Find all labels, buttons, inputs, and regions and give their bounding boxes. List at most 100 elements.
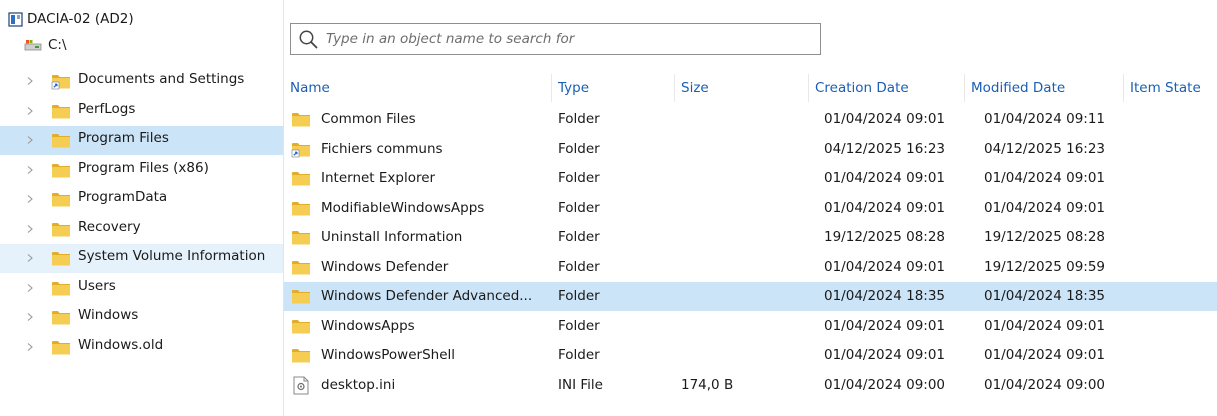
cell-type: Folder [558, 258, 600, 275]
folder-icon [51, 339, 71, 360]
cell-name: Windows Defender Advanced... [321, 288, 533, 304]
tree-item-program-files[interactable]: Program Files [0, 126, 283, 155]
chevron-right-icon[interactable] [26, 283, 34, 292]
chevron-right-icon[interactable] [26, 224, 34, 233]
table-row[interactable]: Fichiers communs Folder 04/12/2025 16:23 04… [284, 135, 1217, 164]
computer-icon [8, 11, 23, 27]
search-box[interactable] [290, 23, 821, 55]
column-header-size[interactable]: Size [675, 74, 808, 102]
tree-item-windows-old[interactable]: Windows.old [0, 333, 283, 362]
table-row[interactable]: ModifiableWindowsApps Folder 01/04/2024 09… [284, 194, 1217, 223]
cell-modified: 19/12/2025 09:59 [984, 258, 1106, 275]
cell-created: 01/04/2024 18:35 [824, 288, 946, 304]
chevron-right-icon[interactable] [26, 165, 34, 174]
chevron-right-icon[interactable] [26, 106, 34, 115]
table-row[interactable]: Internet Explorer Folder 01/04/2024 09:01 0… [284, 164, 1217, 193]
table-row[interactable]: Uninstall Information Folder 19/12/2025 08… [284, 223, 1217, 252]
tree-item-program-files-x86[interactable]: Program Files (x86) [0, 156, 283, 185]
tree-item-label: PerfLogs [78, 100, 136, 117]
cell-created: 19/12/2025 08:28 [824, 229, 946, 245]
cell-modified: 01/04/2024 09:00 [984, 376, 1106, 393]
tree-item-label: Windows.old [78, 336, 164, 353]
cell-state [1130, 253, 1215, 282]
cell-type: Folder [558, 288, 600, 304]
folder-icon [51, 132, 71, 153]
table-row[interactable]: WindowsApps Folder 01/04/2024 09:01 01/04/2… [284, 312, 1217, 341]
cell-state [1130, 135, 1215, 164]
cell-name: desktop.ini [321, 376, 396, 393]
folder-icon [51, 250, 71, 271]
folder-icon [291, 259, 311, 280]
cell-state [1130, 164, 1215, 193]
cell-created: 01/04/2024 09:01 [824, 111, 946, 127]
tree-item-users[interactable]: Users [0, 274, 283, 303]
folder-icon [291, 288, 311, 309]
chevron-right-icon[interactable] [26, 136, 34, 144]
folder-icon [51, 191, 71, 212]
folder-icon [51, 221, 71, 242]
cell-size [681, 194, 806, 223]
tree-item-label: Program Files (x86) [78, 159, 209, 176]
cell-name: Fichiers communs [321, 140, 443, 157]
tree-item-recovery[interactable]: Recovery [0, 215, 283, 244]
cell-created: 01/04/2024 09:01 [824, 347, 946, 363]
cell-state [1130, 341, 1215, 370]
cell-size: 174,0 B [681, 376, 734, 393]
cell-type: Folder [558, 140, 600, 157]
tree-item-documents-and-settings[interactable]: Documents and Settings [0, 67, 283, 96]
tree-item-programdata[interactable]: ProgramData [0, 185, 283, 214]
tree-root-computer[interactable]: DACIA-02 (AD2) [8, 8, 134, 30]
cell-created: 01/04/2024 09:01 [824, 258, 946, 275]
tree-item-windows[interactable]: Windows [0, 303, 283, 332]
cell-name: Common Files [321, 111, 416, 127]
cell-size [681, 312, 806, 341]
search-input[interactable] [326, 26, 820, 52]
cell-modified: 04/12/2025 16:23 [984, 140, 1106, 157]
folder-shortcut-icon [291, 141, 311, 162]
tree-root-label: DACIA-02 (AD2) [27, 11, 134, 27]
column-header-creation-date[interactable]: Creation Date [809, 74, 964, 102]
folder-icon [51, 162, 71, 183]
tree-item-system-volume-information[interactable]: System Volume Information [0, 244, 283, 273]
chevron-right-icon[interactable] [26, 254, 34, 262]
column-header-name[interactable]: Name [284, 74, 551, 102]
tree-item-label: Recovery [78, 218, 141, 235]
cell-size [681, 282, 806, 311]
drive-icon [24, 39, 42, 50]
table-row[interactable]: Windows Defender Advanced... Folder 01/04/… [284, 282, 1217, 311]
cell-size [681, 105, 806, 134]
column-header-type[interactable]: Type [552, 74, 674, 102]
folder-shortcut-icon [51, 73, 71, 94]
column-header-modified-date[interactable]: Modified Date [965, 74, 1123, 102]
cell-name: Windows Defender [321, 258, 449, 275]
chevron-right-icon[interactable] [26, 77, 34, 85]
cell-created: 04/12/2025 16:23 [824, 140, 946, 157]
cell-name: Uninstall Information [321, 229, 463, 245]
table-row[interactable]: Common Files Folder 01/04/2024 09:01 01/04/… [284, 105, 1217, 134]
cell-created: 01/04/2024 09:00 [824, 376, 946, 393]
chevron-right-icon[interactable] [26, 342, 34, 351]
cell-modified: 01/04/2024 18:35 [984, 288, 1106, 304]
cell-name: WindowsPowerShell [321, 347, 456, 363]
cell-created: 01/04/2024 09:01 [824, 170, 946, 186]
chevron-right-icon[interactable] [26, 313, 34, 321]
cell-type: INI File [558, 376, 603, 393]
table-row[interactable]: desktop.ini INI File 174,0 B 01/04/2024 09:… [284, 371, 1217, 400]
tree-item-label: Windows [78, 307, 139, 323]
tree-item-label: ProgramData [78, 189, 168, 205]
tree-item-label: Documents and Settings [78, 71, 245, 87]
folder-icon [291, 229, 311, 250]
tree-item-perflogs[interactable]: PerfLogs [0, 97, 283, 126]
tree-drive-c[interactable]: C:\ [24, 34, 67, 56]
table-row[interactable]: WindowsPowerShell Folder 01/04/2024 09:01 0… [284, 341, 1217, 370]
cell-size [681, 253, 806, 282]
cell-size [681, 164, 806, 193]
folder-icon [51, 280, 71, 301]
cell-type: Folder [558, 170, 600, 186]
cell-type: Folder [558, 111, 600, 127]
chevron-right-icon[interactable] [26, 195, 34, 203]
column-header-item-state[interactable]: Item State [1124, 74, 1217, 102]
table-row[interactable]: Windows Defender Folder 01/04/2024 09:01 19… [284, 253, 1217, 282]
tree-drive-label: C:\ [48, 37, 67, 53]
cell-state [1130, 194, 1215, 223]
